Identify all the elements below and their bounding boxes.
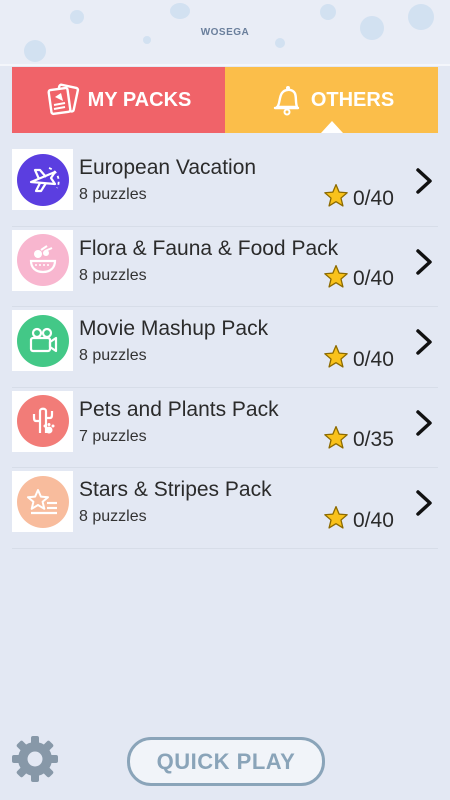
header-divider [0, 64, 450, 66]
pack-progress: 0/40 [323, 183, 394, 214]
pack-title: Pets and Plants Pack [79, 397, 279, 421]
list-item[interactable]: Pets and Plants Pack 7 puzzles 0/35 [12, 388, 438, 468]
chevron-right-icon[interactable] [412, 325, 436, 364]
pack-title: Stars & Stripes Pack [79, 478, 272, 501]
list-item[interactable]: Movie Mashup Pack 8 puzzles 0/40 [12, 307, 438, 388]
movie-camera-icon [16, 314, 69, 367]
chevron-right-icon[interactable] [412, 245, 436, 284]
pack-progress: 0/40 [323, 344, 394, 375]
packs-icon [46, 83, 80, 117]
pack-thumbnail [12, 390, 73, 452]
plane-icon [16, 153, 69, 206]
tab-others[interactable]: OTHERS [225, 67, 438, 133]
pack-puzzle-count: 8 puzzles [79, 186, 147, 203]
food-bowl-icon [16, 234, 69, 286]
pack-thumbnail [12, 229, 73, 291]
header: WOSEGA [0, 0, 450, 64]
cactus-icon [16, 395, 69, 447]
bubble-decoration [275, 38, 285, 48]
pack-puzzle-count: 8 puzzles [79, 347, 147, 364]
pack-thumbnail [12, 310, 73, 371]
pack-progress: 0/35 [323, 425, 394, 456]
pack-score: 0/40 [353, 267, 394, 290]
chevron-right-icon[interactable] [412, 164, 436, 203]
star-stripes-icon [16, 475, 69, 528]
pack-score: 0/40 [353, 347, 394, 371]
gear-icon[interactable] [9, 733, 61, 790]
star-icon [323, 344, 349, 375]
pack-score: 0/40 [353, 508, 394, 532]
bell-icon [269, 83, 303, 117]
pack-score: 0/35 [353, 428, 394, 451]
bubble-decoration [170, 3, 190, 19]
tab-my-packs[interactable]: MY PACKS [12, 67, 225, 133]
selected-tab-indicator [320, 121, 343, 133]
pack-title: Flora & Fauna & Food Pack [79, 236, 339, 260]
star-icon [323, 425, 349, 456]
pack-progress: 0/40 [323, 264, 394, 295]
list-item[interactable]: Flora & Fauna & Food Pack 8 puzzles 0/40 [12, 227, 438, 307]
star-icon [323, 183, 349, 214]
pack-thumbnail [12, 471, 73, 532]
pack-score: 0/40 [353, 186, 394, 210]
star-icon [323, 505, 349, 536]
pack-title: Movie Mashup Pack [79, 317, 269, 340]
pack-progress: 0/40 [323, 505, 394, 536]
list-item[interactable]: Stars & Stripes Pack 8 puzzles 0/40 [12, 468, 438, 549]
list-item[interactable]: European Vacation 8 puzzles 0/40 [12, 146, 438, 227]
tab-my-packs-label: MY PACKS [87, 88, 192, 111]
pack-list: European Vacation 8 puzzles 0/40 Flora &… [12, 146, 438, 549]
brand-logo: WOSEGA [200, 27, 250, 38]
tab-others-label: OTHERS [310, 88, 395, 111]
bubble-decoration [320, 4, 336, 20]
pack-thumbnail [12, 149, 73, 210]
star-icon [323, 264, 349, 295]
pack-puzzle-count: 8 puzzles [79, 508, 147, 525]
bubble-decoration [24, 40, 46, 62]
pack-puzzle-count: 7 puzzles [79, 427, 147, 445]
pack-title: European Vacation [79, 156, 257, 179]
pack-tabs: MY PACKS OTHERS [12, 67, 438, 133]
chevron-right-icon[interactable] [412, 406, 436, 445]
pack-puzzle-count: 8 puzzles [79, 266, 147, 284]
chevron-right-icon[interactable] [412, 486, 436, 525]
quick-play-button[interactable]: QUICK PLAY [127, 737, 325, 786]
bubble-decoration [70, 10, 84, 24]
